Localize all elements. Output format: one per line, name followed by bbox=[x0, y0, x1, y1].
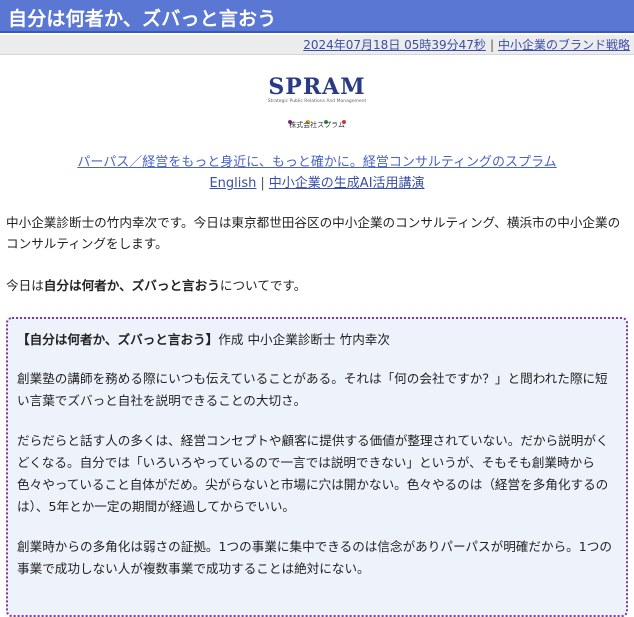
ai-course-link[interactable]: 中小企業の生成AI活用講演 bbox=[269, 176, 425, 191]
today-topic: 自分は何者か、ズバっと言おう bbox=[43, 278, 220, 293]
article-heading: 【自分は何者か、ズバっと言おう】作成 中小企業診断士 竹内幸次 bbox=[17, 329, 614, 351]
logo-wordmark: SPRAM bbox=[268, 74, 366, 100]
spram-logo[interactable]: SPRAM Strategic Public Relations And Man… bbox=[262, 76, 372, 134]
article-box: 【自分は何者か、ズバっと言おう】作成 中小企業診断士 竹内幸次 創業塾の講師を務… bbox=[6, 317, 628, 617]
today-topic-line: 今日は自分は何者か、ズバっと言おうについてです。 bbox=[6, 275, 630, 296]
article-heading-title: 【自分は何者か、ズバっと言おう】 bbox=[17, 332, 219, 347]
today-suffix: についてです。 bbox=[219, 278, 307, 293]
intro-text: 中小企業診断士の竹内幸次です。今日は東京都世田谷区の中小企業のコンサルティング、… bbox=[6, 215, 621, 251]
sub-links-row: English | 中小企業の生成AI活用講演 bbox=[0, 172, 634, 191]
logo-dots bbox=[262, 109, 372, 124]
title-bar: 自分は何者か、ズバっと言おう bbox=[0, 0, 634, 33]
category-link[interactable]: 中小企業のブランド戦略 bbox=[498, 38, 630, 52]
article-paragraph: だらだらと話す人の多くは、経営コンセプトや顧客に提供する価値が整理されていない。… bbox=[17, 433, 609, 514]
tagline-row: パーパス／経営をもっと身近に、もっと確かに。経営コンサルティングのスプラム bbox=[0, 151, 634, 170]
link-separator: | bbox=[260, 176, 265, 191]
page-title: 自分は何者か、ズバっと言おう bbox=[8, 8, 277, 30]
english-link[interactable]: English bbox=[209, 176, 256, 191]
today-prefix: 今日は bbox=[6, 278, 44, 293]
post-timestamp-link[interactable]: 2024年07月18日 05時39分47秒 bbox=[303, 38, 486, 52]
article-heading-author: 作成 中小企業診断士 竹内幸次 bbox=[218, 332, 390, 347]
article-paragraph: 創業塾の講師を務める際にいつも伝えていることがある。それは「何の会社ですか？」と… bbox=[17, 371, 608, 408]
article-paragraph: 創業時からの多角化は弱さの証拠。1つの事業に集中できるのは信念がありパーパスが明… bbox=[17, 539, 612, 576]
logo-tagline: Strategic Public Relations And Managemen… bbox=[267, 99, 367, 104]
post-meta-bar: 2024年07月18日 05時39分47秒 | 中小企業のブランド戦略 bbox=[0, 35, 634, 55]
meta-separator: | bbox=[489, 38, 494, 52]
tagline-link[interactable]: パーパス／経営をもっと身近に、もっと確かに。経営コンサルティングのスプラム bbox=[77, 155, 556, 170]
logo-company-name: 株式会社スプラム bbox=[289, 121, 345, 129]
